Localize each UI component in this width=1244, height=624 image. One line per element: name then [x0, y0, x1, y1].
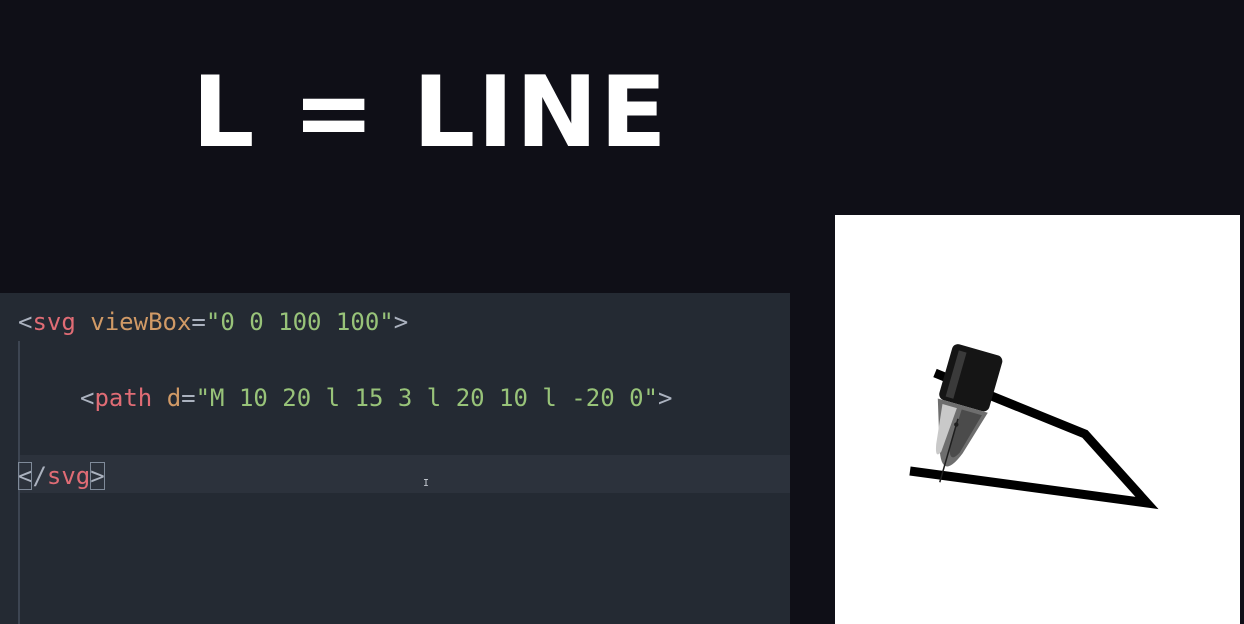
code-line-svg-close[interactable]: </svg> — [18, 459, 105, 493]
close-bracket: > — [657, 384, 673, 412]
open-bracket: < — [80, 384, 95, 412]
preview-drawing — [909, 344, 1159, 510]
svg-preview-canvas — [835, 215, 1240, 624]
open-bracket-match: < — [18, 462, 33, 490]
close-bracket: > — [393, 308, 409, 336]
attribute-value: "M 10 20 l 15 3 l 20 10 l -20 0" — [195, 384, 658, 412]
tag-name: path — [94, 384, 153, 412]
open-bracket: < — [18, 308, 33, 336]
fountain-pen-icon — [935, 344, 1003, 483]
tag-name: svg — [32, 308, 76, 336]
code-line-svg-open[interactable]: <svg viewBox="0 0 100 100"> — [18, 305, 408, 339]
active-line-highlight — [20, 455, 790, 493]
attribute-value: "0 0 100 100" — [205, 308, 394, 336]
code-editor[interactable]: <svg viewBox="0 0 100 100"> <path d="M 1… — [0, 293, 790, 624]
text-cursor-icon: I — [423, 478, 430, 489]
equals-sign: = — [181, 384, 196, 412]
page-title: L = LINE — [192, 56, 669, 170]
tag-name: svg — [46, 462, 91, 490]
equals-sign: = — [191, 308, 206, 336]
attribute-name: viewBox — [90, 308, 192, 336]
slash: / — [32, 462, 47, 490]
attribute-name: d — [166, 384, 182, 412]
code-line-path[interactable]: <path d="M 10 20 l 15 3 l 20 10 l -20 0"… — [80, 381, 672, 415]
close-bracket-match: > — [90, 462, 105, 490]
